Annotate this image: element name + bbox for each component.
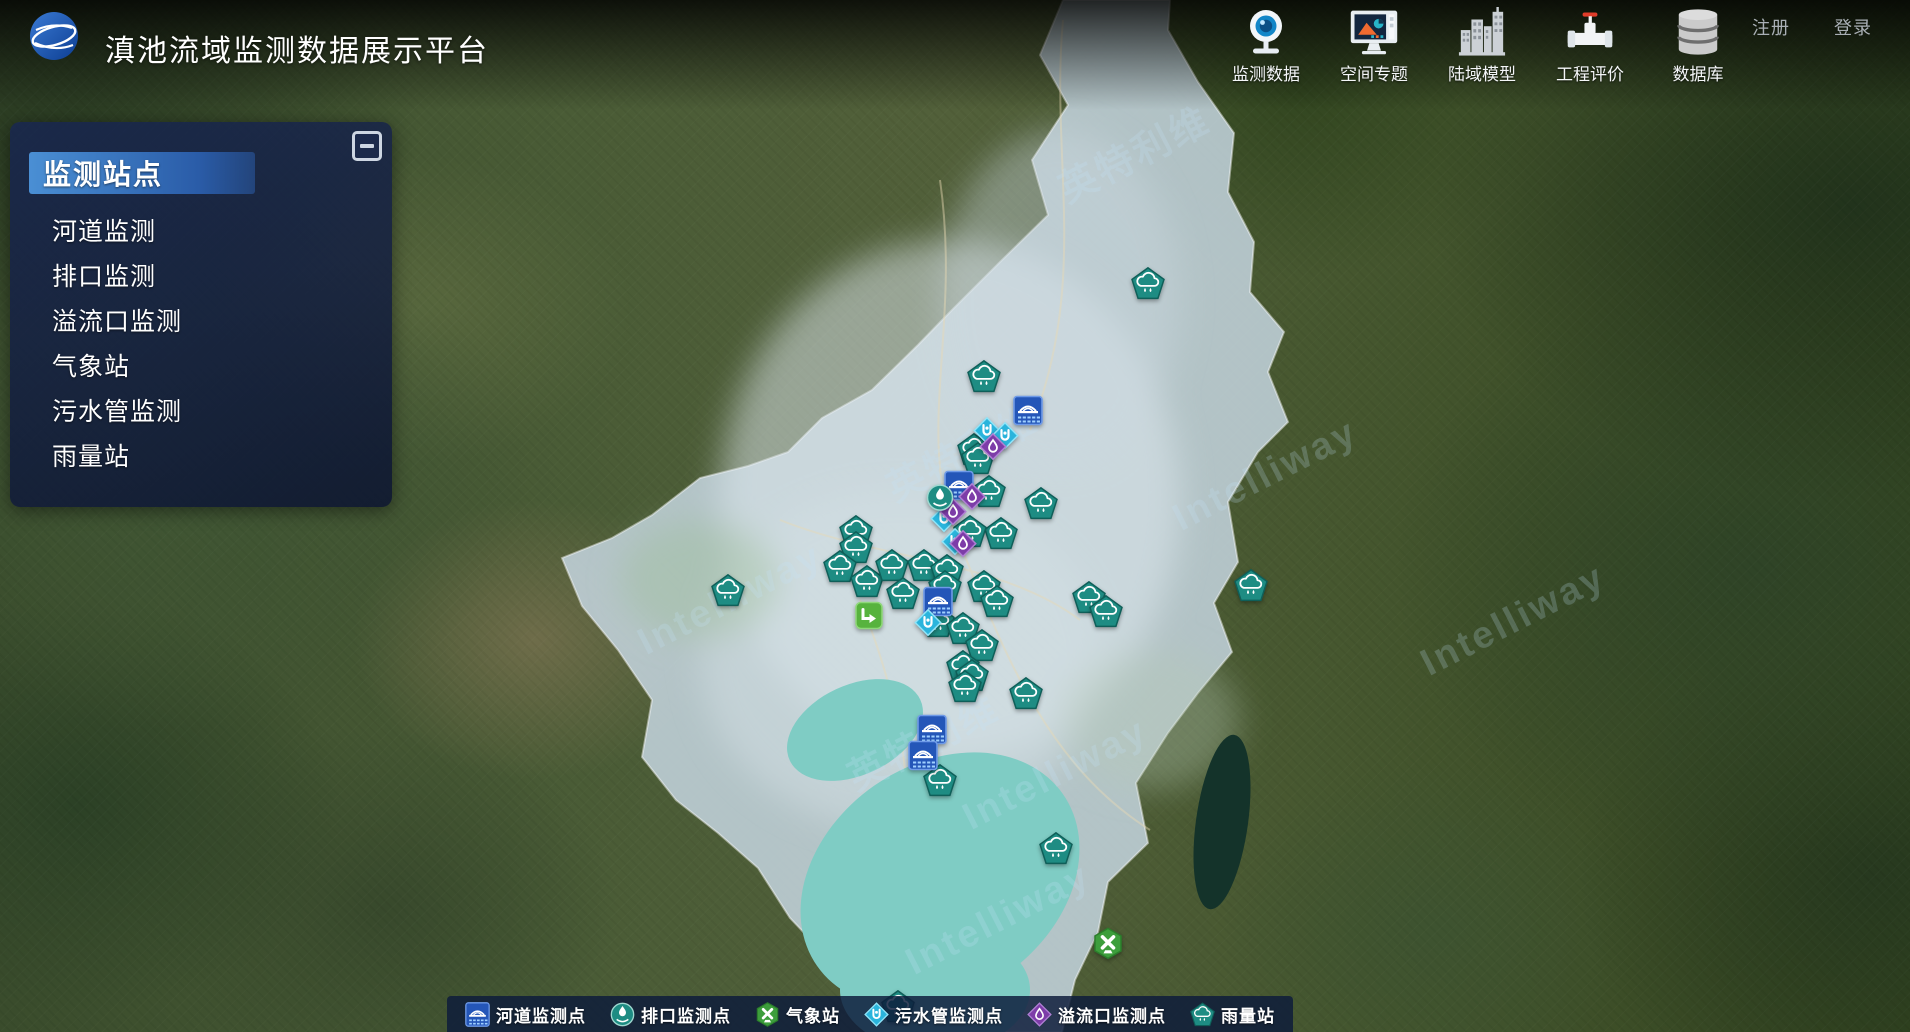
- legend-outfall-monitor[interactable]: 排口监测点: [610, 1002, 731, 1027]
- marker-rain-icon[interactable]: [1024, 486, 1058, 519]
- app-root: Intelliway英特利维Intelliway英特利维Intelliway英特…: [0, 0, 1910, 1032]
- map-legend: 河道监测点 排口监测点 气象站 污水管监测点 溢流口监测点 雨量站: [447, 996, 1293, 1032]
- menu-item-rain-gauge[interactable]: 雨量站: [10, 435, 392, 480]
- minus-box-icon: [360, 144, 374, 148]
- nav-label: 监测数据: [1232, 60, 1300, 85]
- marker-rain-icon[interactable]: [1009, 676, 1043, 709]
- nav-label: 数据库: [1673, 60, 1724, 85]
- overflow-monitor-icon: [1027, 1002, 1052, 1027]
- marker-rain-icon[interactable]: [980, 585, 1014, 618]
- panel-title-bar[interactable]: 监测站点: [29, 152, 255, 194]
- marker-sewage-icon[interactable]: [914, 609, 942, 637]
- marker-rain-icon[interactable]: [1131, 267, 1165, 300]
- marker-weather-icon[interactable]: [1093, 928, 1123, 960]
- marker-rain-icon[interactable]: [1039, 832, 1073, 865]
- legend-river-monitor[interactable]: 河道监测点: [465, 1002, 586, 1027]
- menu-item-weather-station[interactable]: 气象站: [10, 345, 392, 390]
- marker-rain-icon[interactable]: [711, 574, 745, 607]
- nav-label: 空间专题: [1340, 60, 1408, 85]
- nav-database[interactable]: 数据库: [1644, 4, 1752, 85]
- page-title: 滇池流域监测数据展示平台: [105, 26, 489, 70]
- weather-station-icon: [755, 1002, 780, 1027]
- minimize-panel-button[interactable]: [352, 131, 382, 161]
- marker-greensq-icon[interactable]: [854, 601, 884, 631]
- nav-land-model[interactable]: 陆域模型: [1428, 4, 1536, 85]
- menu-item-overflow-monitoring[interactable]: 溢流口监测: [10, 300, 392, 345]
- marker-rain-icon[interactable]: [967, 360, 1001, 393]
- sewage-pipe-monitor-icon: [864, 1002, 889, 1027]
- legend-sewage-monitor[interactable]: 污水管监测点: [864, 1002, 1003, 1027]
- outfall-monitor-icon: [610, 1002, 635, 1027]
- menu-item-river-monitoring[interactable]: 河道监测: [10, 210, 392, 255]
- panel-title: 监测站点: [29, 153, 163, 193]
- nav-label: 工程评价: [1556, 60, 1624, 85]
- marker-outfall-icon[interactable]: [926, 484, 954, 512]
- webcam-icon: [1240, 4, 1292, 58]
- pipe-valve-icon: [1564, 4, 1616, 58]
- city-buildings-icon: [1456, 4, 1508, 58]
- marker-rain-icon[interactable]: [1234, 569, 1268, 602]
- marker-rain-icon[interactable]: [886, 577, 920, 610]
- register-link[interactable]: 注册: [1752, 14, 1790, 40]
- nav-monitoring-data[interactable]: 监测数据: [1212, 4, 1320, 85]
- monitoring-stations-panel: 监测站点 河道监测 排口监测 溢流口监测 气象站 污水管监测 雨量站: [10, 122, 392, 507]
- nav-spatial-topics[interactable]: 空间专题: [1320, 4, 1428, 85]
- auth-links: 注册 登录: [1752, 14, 1872, 40]
- legend-weather-station[interactable]: 气象站: [755, 1002, 840, 1027]
- nav-project-eval[interactable]: 工程评价: [1536, 4, 1644, 85]
- monitor-chart-icon: [1348, 4, 1400, 58]
- cti-globe-logo[interactable]: [28, 10, 80, 62]
- marker-rain-icon[interactable]: [984, 516, 1018, 549]
- marker-rain-icon[interactable]: [948, 670, 982, 703]
- station-type-list: 河道监测 排口监测 溢流口监测 气象站 污水管监测 雨量站: [10, 210, 392, 480]
- header-bar: 滇池流域监测数据展示平台 监测数据: [0, 0, 1910, 92]
- legend-rain-gauge[interactable]: 雨量站: [1190, 1002, 1275, 1027]
- rain-gauge-icon: [1190, 1002, 1215, 1027]
- marker-overflow-icon[interactable]: [979, 432, 1007, 460]
- marker-river-icon[interactable]: [917, 714, 947, 744]
- nav-label: 陆域模型: [1448, 60, 1516, 85]
- marker-river-icon[interactable]: [908, 741, 938, 771]
- marker-rain-icon[interactable]: [1089, 595, 1123, 628]
- menu-item-outfall-monitoring[interactable]: 排口监测: [10, 255, 392, 300]
- marker-overflow-icon[interactable]: [949, 529, 977, 557]
- main-nav: 监测数据: [1212, 4, 1752, 85]
- legend-overflow-monitor[interactable]: 溢流口监测点: [1027, 1002, 1166, 1027]
- database-icon: [1672, 4, 1724, 58]
- river-monitor-icon: [465, 1002, 490, 1027]
- login-link[interactable]: 登录: [1834, 14, 1872, 40]
- menu-item-sewage-monitoring[interactable]: 污水管监测: [10, 390, 392, 435]
